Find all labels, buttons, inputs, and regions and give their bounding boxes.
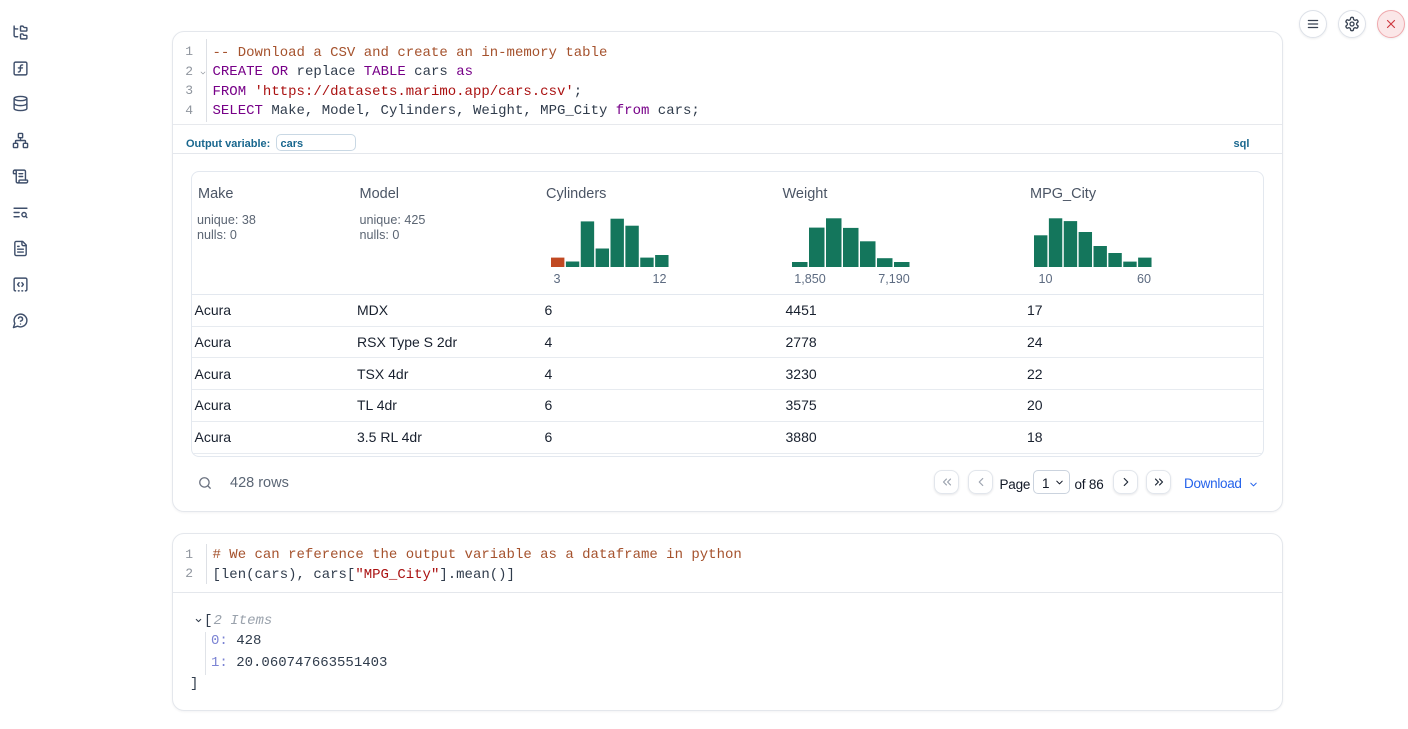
svg-text:3: 3 (553, 272, 560, 286)
svg-text:60: 60 (1137, 272, 1151, 286)
svg-text:1,850: 1,850 (794, 272, 826, 286)
svg-text:10: 10 (1038, 272, 1052, 286)
svg-text:7,190: 7,190 (878, 272, 910, 286)
svg-text:12: 12 (652, 272, 666, 286)
